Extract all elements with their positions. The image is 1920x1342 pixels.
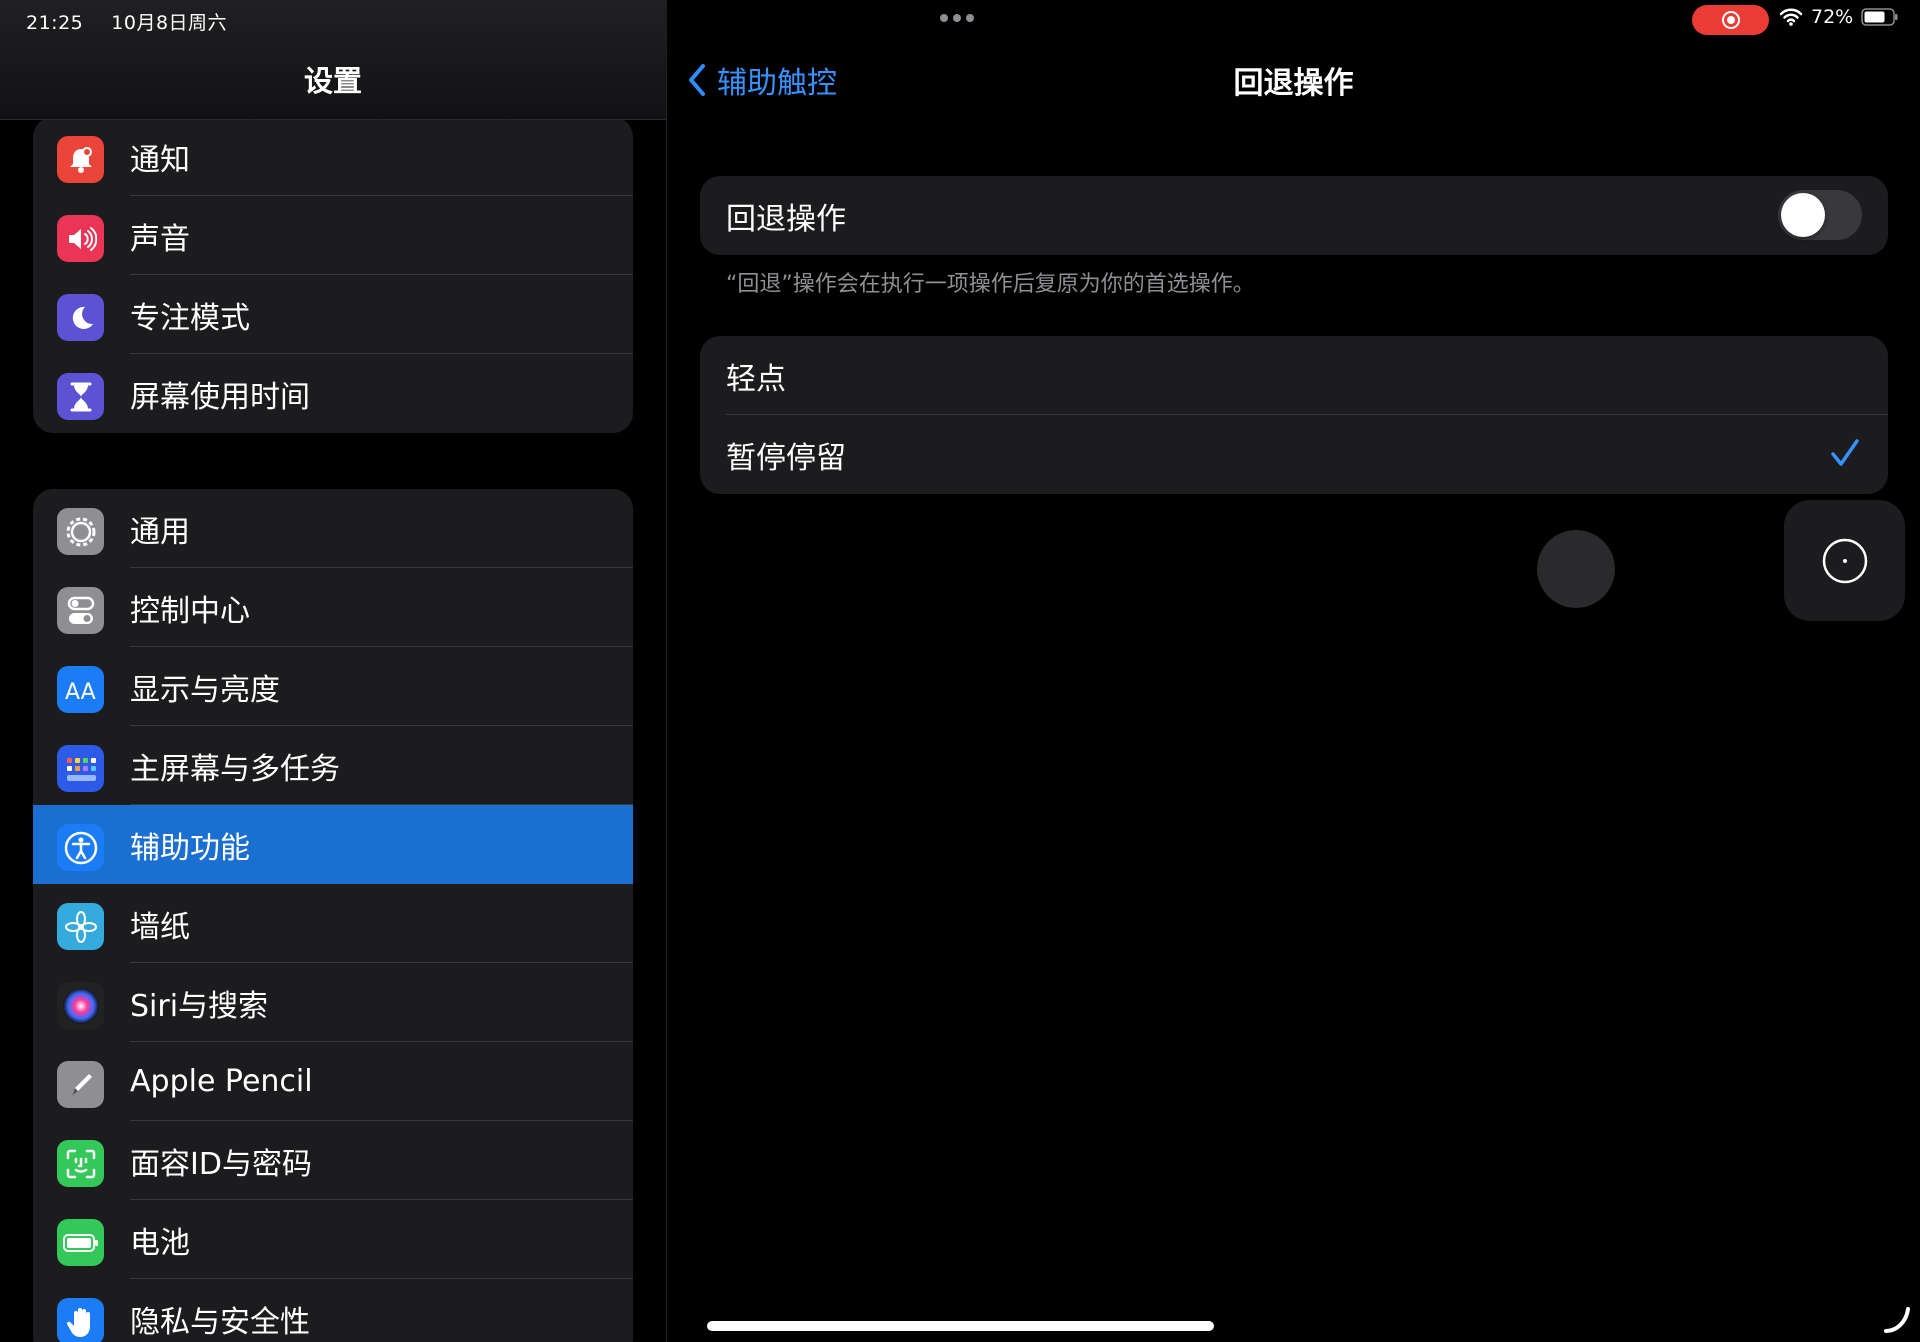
speaker-icon — [57, 215, 104, 262]
pencil-corner-icon[interactable] — [1882, 1305, 1912, 1335]
sidebar-item-label: 通用 — [130, 514, 190, 550]
revert-toggle-row: 回退操作 — [700, 176, 1888, 255]
sidebar-item-control-center[interactable]: 控制中心 — [33, 568, 633, 647]
sidebar-item-label: 面容ID与密码 — [130, 1146, 312, 1182]
status-time: 21:25 — [26, 12, 84, 34]
chevron-left-icon — [689, 64, 705, 96]
sidebar-item-display[interactable]: AA 显示与亮度 — [33, 647, 633, 726]
sidebar-item-label: Apple Pencil — [130, 1064, 313, 1099]
detail-pane: 72% 辅助触控 回退操作 回退操作 “回退”操作会在执行一项操作后复原为你的首… — [667, 0, 1920, 1342]
sidebar-item-label: 专注模式 — [130, 300, 250, 336]
sidebar-item-battery[interactable]: 电池 — [33, 1200, 633, 1279]
hand-icon — [57, 1298, 104, 1342]
revert-footnote: “回退”操作会在执行一项操作后复原为你的首选操作。 — [726, 272, 1255, 297]
sidebar-item-privacy[interactable]: 隐私与安全性 — [33, 1279, 633, 1342]
svg-text:AA: AA — [65, 680, 96, 702]
revert-toggle-switch[interactable] — [1778, 190, 1862, 240]
aa-text-icon: AA — [57, 666, 104, 713]
app-grid-icon — [57, 745, 104, 792]
moon-icon — [57, 294, 104, 341]
sidebar-item-general[interactable]: 通用 — [33, 489, 633, 568]
sidebar-item-focus[interactable]: 专注模式 — [33, 275, 633, 354]
sidebar-item-label: 辅助功能 — [130, 830, 250, 866]
sidebar-item-accessibility[interactable]: 辅助功能 — [33, 805, 633, 884]
option-label: 暂停停留 — [726, 440, 846, 476]
gear-icon — [57, 508, 104, 555]
hourglass-icon — [57, 373, 104, 420]
multitasking-dots[interactable] — [940, 14, 974, 22]
revert-toggle-label: 回退操作 — [726, 201, 846, 237]
page-title: 回退操作 — [1233, 66, 1354, 101]
battery-icon — [57, 1219, 104, 1266]
sidebar-item-home-screen[interactable]: 主屏幕与多任务 — [33, 726, 633, 805]
dwell-cursor-circle — [1537, 530, 1615, 608]
status-bar-left: 21:25 10月8日周六 — [26, 8, 255, 35]
sidebar-item-label: 通知 — [130, 142, 190, 178]
home-indicator[interactable] — [707, 1321, 1214, 1331]
record-icon — [1721, 11, 1740, 29]
sidebar-item-screen-time[interactable]: 屏幕使用时间 — [33, 354, 633, 433]
sidebar-item-face-id[interactable]: 面容ID与密码 — [33, 1121, 633, 1200]
accessibility-icon — [57, 824, 104, 871]
toggle-knob — [1781, 193, 1825, 237]
sidebar-title: 设置 — [303, 64, 362, 98]
checkmark-icon — [1831, 439, 1859, 466]
sidebar-item-label: Siri与搜索 — [130, 988, 269, 1024]
sidebar-item-siri[interactable]: Siri与搜索 — [33, 963, 633, 1042]
pencil-icon — [57, 1061, 104, 1108]
sidebar-item-notifications[interactable]: 通知 — [33, 117, 633, 196]
back-button-label: 辅助触控 — [717, 66, 837, 101]
revert-toggle-card: 回退操作 — [700, 176, 1888, 255]
toggles-icon — [57, 587, 104, 634]
status-bar-right: 72% — [1779, 6, 1899, 28]
status-date: 10月8日周六 — [111, 12, 228, 34]
assistive-touch-icon — [1822, 538, 1867, 583]
battery-percent: 72% — [1811, 6, 1854, 28]
siri-icon — [57, 982, 104, 1029]
sidebar-item-sounds[interactable]: 声音 — [33, 196, 633, 275]
sidebar-item-label: 主屏幕与多任务 — [130, 751, 340, 787]
sidebar-item-label: 隐私与安全性 — [130, 1304, 310, 1340]
action-options-card: 轻点 暂停停留 — [700, 336, 1888, 494]
settings-sidebar: 21:25 10月8日周六 设置 通知 声音 专注模式 屏幕使用时间 通用 控制… — [0, 0, 666, 1342]
flower-icon — [57, 903, 104, 950]
back-button[interactable]: 辅助触控 — [687, 58, 837, 102]
sidebar-item-apple-pencil[interactable]: Apple Pencil — [33, 1042, 633, 1121]
sidebar-item-label: 电池 — [130, 1225, 190, 1261]
settings-group-1: 通知 声音 专注模式 屏幕使用时间 — [33, 117, 633, 433]
option-label: 轻点 — [726, 361, 786, 397]
battery-status-icon — [1861, 8, 1898, 26]
sidebar-item-label: 显示与亮度 — [130, 672, 280, 708]
option-tap[interactable]: 轻点 — [700, 336, 1888, 415]
face-id-icon — [57, 1140, 104, 1187]
sidebar-item-label: 屏幕使用时间 — [130, 379, 310, 415]
assistive-touch-button[interactable] — [1784, 500, 1905, 621]
sidebar-header: 21:25 10月8日周六 设置 — [0, 0, 666, 120]
option-pause-dwell[interactable]: 暂停停留 — [700, 415, 1888, 494]
screen-recording-indicator[interactable] — [1692, 5, 1769, 35]
notification-bell-icon — [57, 136, 104, 183]
sidebar-item-label: 墙纸 — [130, 909, 190, 945]
sidebar-item-label: 控制中心 — [130, 593, 250, 629]
settings-group-2: 通用 控制中心 AA 显示与亮度 主屏幕与多任务 辅助功能 墙纸 Siri与搜索… — [33, 489, 633, 1342]
sidebar-item-label: 声音 — [130, 221, 190, 257]
sidebar-item-wallpaper[interactable]: 墙纸 — [33, 884, 633, 963]
wifi-icon — [1779, 8, 1803, 26]
